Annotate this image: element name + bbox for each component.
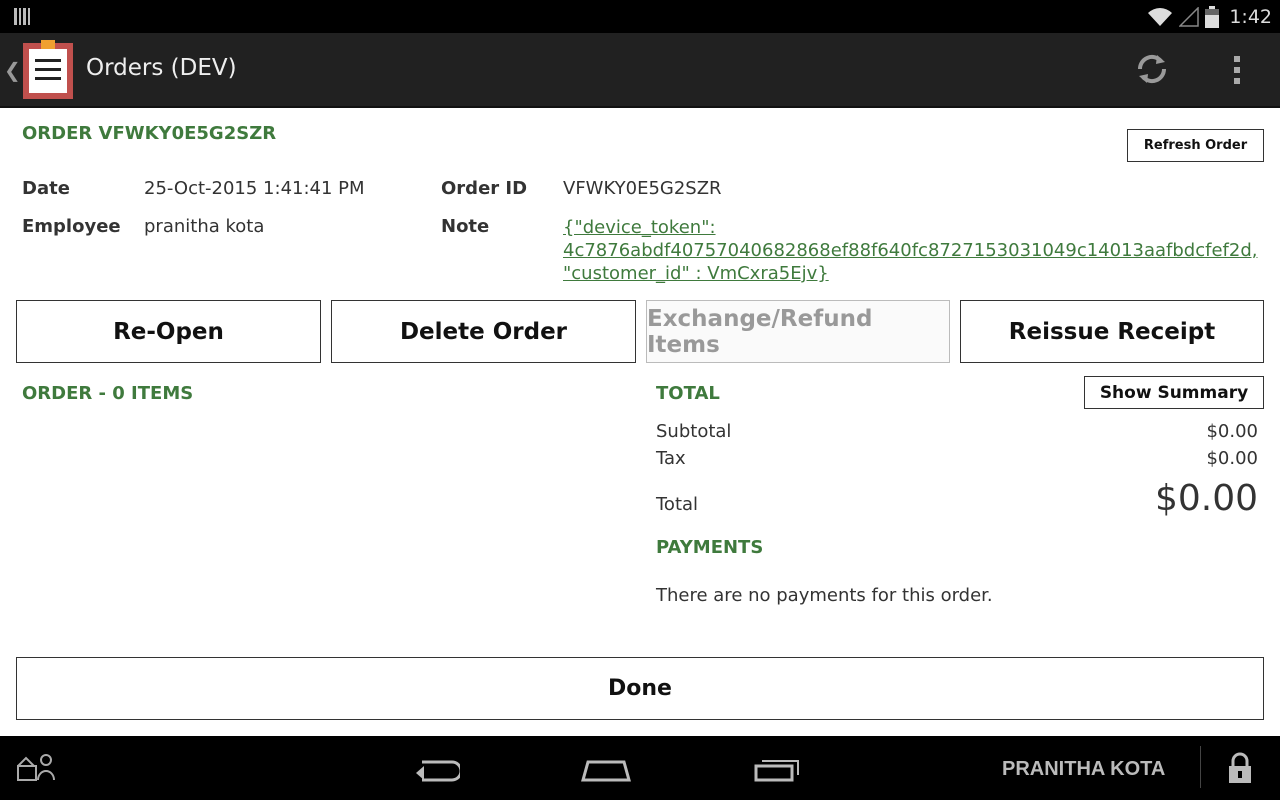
clock: 1:42 [1229, 6, 1272, 28]
subtotal-label: Subtotal [656, 421, 732, 442]
total-label: Total [656, 494, 699, 515]
up-caret-icon[interactable]: ❮ [4, 58, 21, 82]
subtotal-row: Subtotal $0.00 [656, 421, 1258, 442]
action-bar: ❮ Orders (DEV) [0, 33, 1280, 108]
reissue-receipt-button[interactable]: Reissue Receipt [960, 300, 1264, 363]
employee-value: pranitha kota [144, 216, 265, 237]
note-link[interactable]: {"device_token": 4c7876abdf4075704068286… [563, 216, 1263, 285]
order-heading: ORDER VFWKY0E5G2SZR [22, 123, 277, 144]
tax-label: Tax [656, 448, 686, 469]
total-value: $0.00 [1154, 478, 1258, 519]
exchange-refund-button: Exchange/Refund Items [646, 300, 950, 363]
show-summary-button[interactable]: Show Summary [1084, 376, 1264, 409]
overflow-menu-icon[interactable] [1226, 53, 1248, 87]
tax-value: $0.00 [1206, 448, 1258, 469]
sync-icon[interactable] [1134, 51, 1170, 87]
lock-icon[interactable] [1227, 752, 1253, 784]
total-heading: TOTAL [656, 383, 720, 404]
done-button[interactable]: Done [16, 657, 1264, 720]
orders-app-icon[interactable] [21, 39, 75, 101]
note-line: 4c7876abdf40757040682868ef88f640fc872715… [563, 240, 1258, 261]
reopen-button[interactable]: Re-Open [16, 300, 321, 363]
employee-label: Employee [22, 216, 121, 237]
back-icon[interactable] [412, 756, 460, 784]
refresh-order-button[interactable]: Refresh Order [1127, 129, 1264, 162]
battery-icon [1205, 6, 1220, 28]
barcode-notification-icon [14, 8, 30, 25]
order-id-label: Order ID [441, 178, 528, 199]
divider [1200, 746, 1201, 788]
note-line: "customer_id" : VmCxra5Ejv} [563, 263, 829, 284]
payments-heading: PAYMENTS [656, 537, 764, 558]
total-row: Total $0.00 [656, 478, 1258, 522]
screen-title: Orders (DEV) [86, 55, 237, 81]
order-id-value: VFWKY0E5G2SZR [563, 178, 722, 199]
delete-order-button[interactable]: Delete Order [331, 300, 636, 363]
subtotal-value: $0.00 [1206, 421, 1258, 442]
note-line: {"device_token": [563, 217, 716, 238]
status-bar: 1:42 [0, 0, 1280, 33]
order-details: ORDER VFWKY0E5G2SZR Refresh Order Date 2… [0, 108, 1280, 736]
home-icon[interactable] [580, 756, 632, 784]
note-label: Note [441, 216, 490, 237]
no-payments-text: There are no payments for this order. [656, 585, 993, 606]
order-items-heading: ORDER - 0 ITEMS [22, 383, 194, 404]
current-user-name[interactable]: PRANITHA KOTA [1002, 758, 1165, 781]
recent-apps-icon[interactable] [752, 756, 804, 784]
switch-user-icon[interactable] [16, 752, 56, 784]
wifi-icon [1148, 8, 1173, 26]
date-label: Date [22, 178, 70, 199]
signal-icon [1179, 7, 1200, 27]
tax-row: Tax $0.00 [656, 448, 1258, 469]
date-value: 25-Oct-2015 1:41:41 PM [144, 178, 365, 199]
navigation-bar: PRANITHA KOTA [0, 736, 1280, 800]
